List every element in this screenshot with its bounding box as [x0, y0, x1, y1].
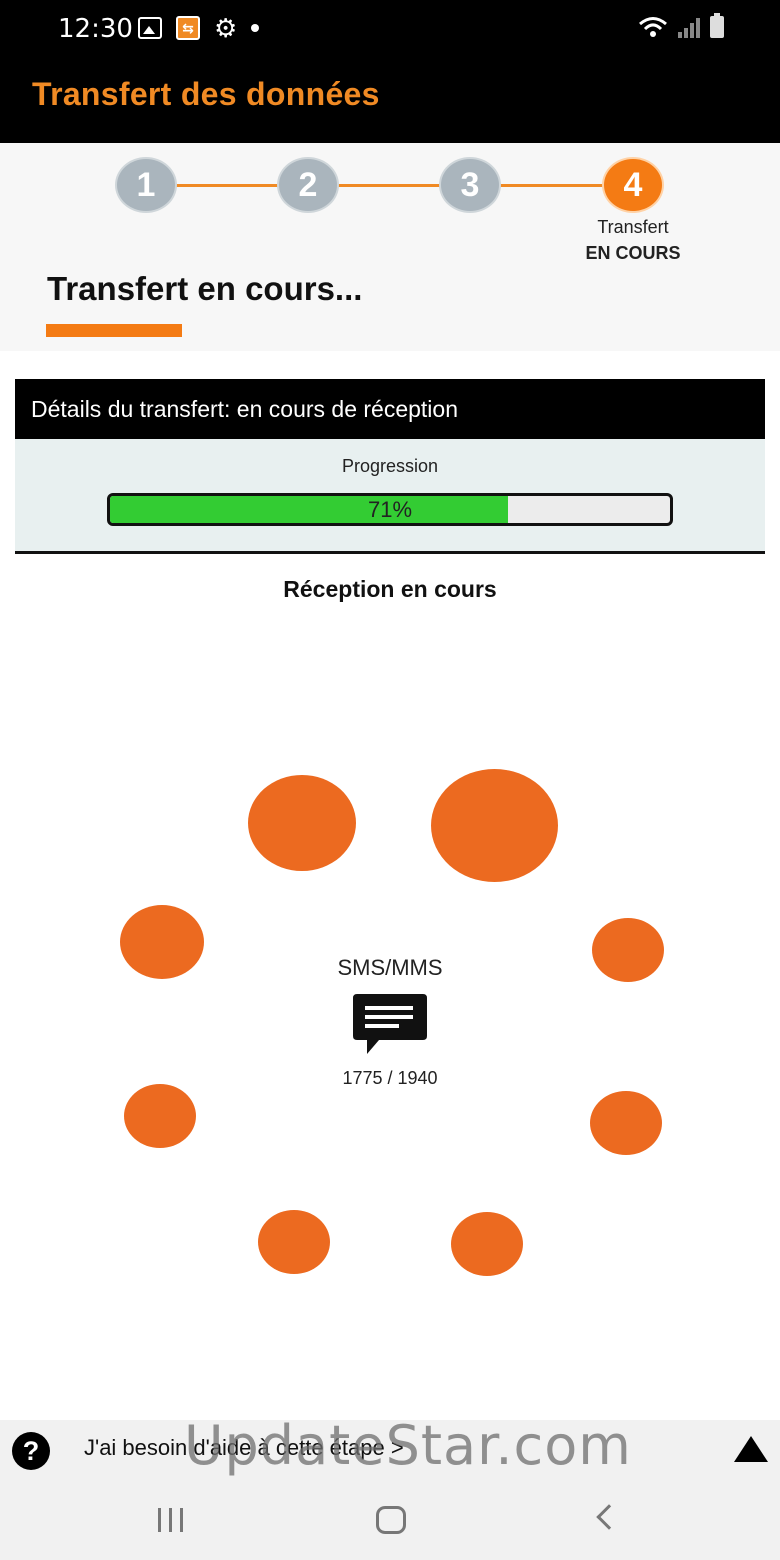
- battery-icon: [710, 13, 724, 38]
- progress-label: Progression: [341, 456, 439, 476]
- recent-apps-button[interactable]: [158, 1508, 183, 1532]
- expand-up-icon[interactable]: [734, 1436, 768, 1462]
- back-button[interactable]: [596, 1504, 622, 1530]
- spinner-dot: [590, 1091, 662, 1155]
- step-connector: [338, 184, 444, 187]
- step-4-caption: Transfert EN COURS: [570, 214, 696, 266]
- step-connector: [176, 184, 282, 187]
- step-4: 4: [602, 157, 664, 213]
- step-1: 1: [115, 157, 177, 213]
- category-label: SMS/MMS: [337, 955, 443, 980]
- help-icon[interactable]: ?: [12, 1432, 50, 1470]
- details-panel: Progression 71%: [15, 439, 765, 554]
- message-icon: [353, 994, 427, 1054]
- status-system-icons: [638, 13, 724, 38]
- step-caption-status: EN COURS: [585, 243, 681, 263]
- app-title: Transfert des données: [32, 76, 380, 112]
- spinner-dot: [451, 1212, 523, 1276]
- wifi-icon: [639, 17, 667, 37]
- step-caption-label: Transfert: [597, 217, 669, 237]
- status-notifications: ⇆ ⚙: [138, 13, 260, 43]
- progress-percent: 71%: [367, 497, 413, 522]
- step-2: 2: [277, 157, 339, 213]
- gear-icon: ⚙: [214, 13, 238, 43]
- step-3: 3: [439, 157, 501, 213]
- spinner-dot: [124, 1084, 196, 1148]
- item-counter: 1775 / 1940: [342, 1068, 438, 1088]
- reception-title: Réception en cours: [283, 576, 497, 602]
- spinner-dot: [258, 1210, 330, 1274]
- signal-icon: [678, 16, 700, 38]
- dot-icon: [251, 24, 260, 32]
- app-header: 12:30 ⇆ ⚙ Transfert des données: [0, 0, 780, 143]
- home-button[interactable]: [376, 1506, 406, 1534]
- page-title: Transfert en cours...: [47, 270, 363, 307]
- step-connector: [500, 184, 606, 187]
- system-nav-bar: [0, 1478, 780, 1560]
- watermark: UpdateStar.com: [184, 1414, 632, 1477]
- progress-bar: 71%: [107, 493, 673, 526]
- app-notification-icon: ⇆: [176, 16, 200, 40]
- spinner-dot: [248, 775, 356, 871]
- details-header: Détails du transfert: en cours de récept…: [15, 379, 765, 439]
- status-time: 12:30: [58, 14, 133, 44]
- image-icon: [138, 17, 162, 39]
- title-underline: [46, 324, 182, 337]
- spinner-dot: [431, 769, 558, 882]
